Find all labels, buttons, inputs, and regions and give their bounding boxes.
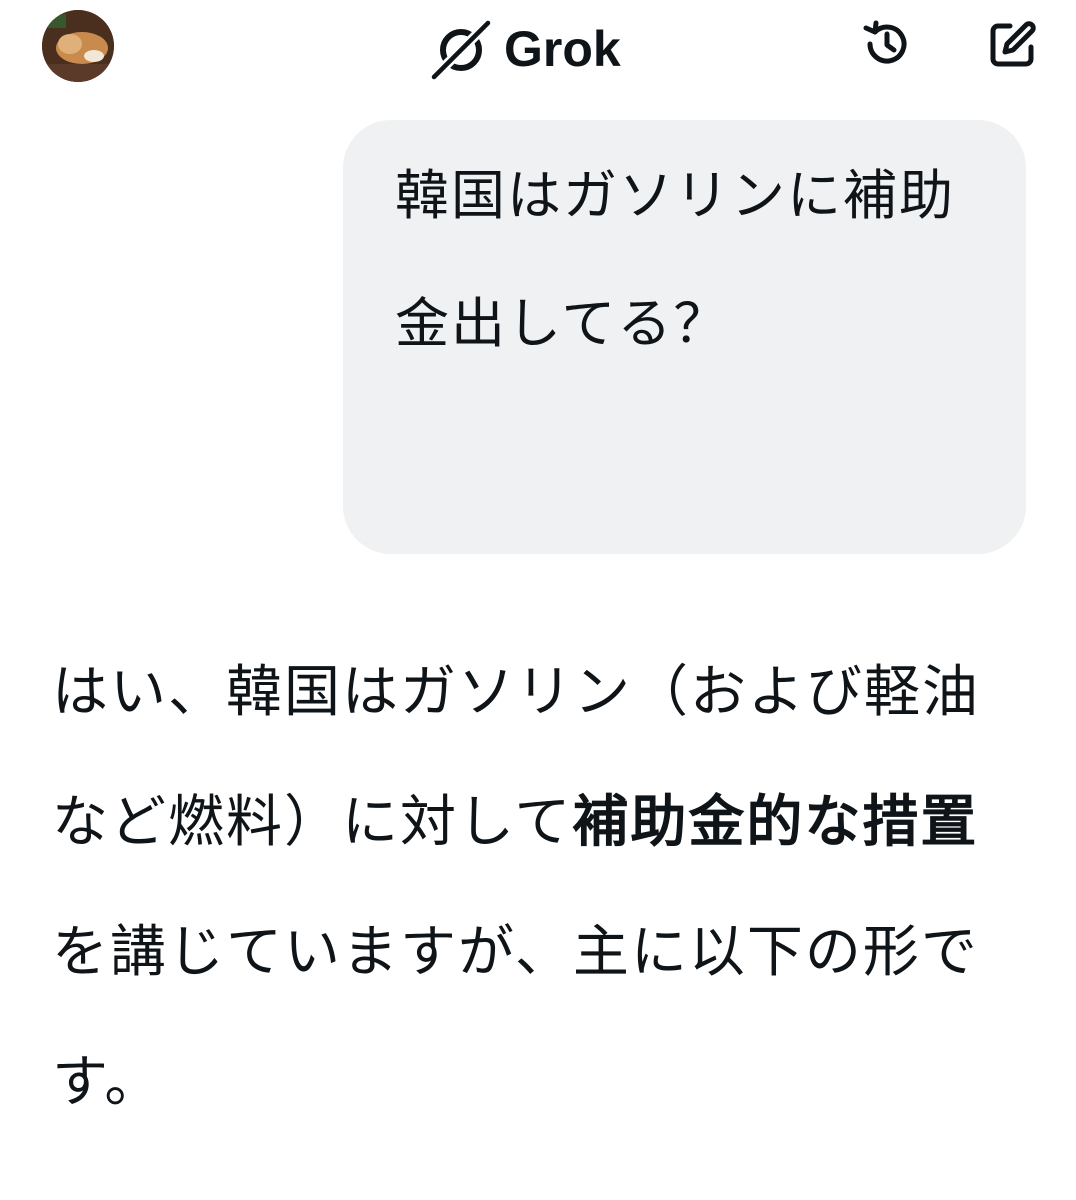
history-icon <box>863 20 907 64</box>
new-chat-icon <box>990 21 1036 67</box>
reply-bold-text: 補助金的な措置 <box>572 790 979 855</box>
avatar-image <box>42 10 114 82</box>
app-header: Grok <box>0 0 1076 100</box>
app-title: Grok <box>504 21 621 77</box>
assistant-reply: はい、韓国はガソリン（および軽油など燃料）に対して補助金的な措置を講じていますが… <box>52 628 1022 1148</box>
new-chat-button[interactable] <box>982 14 1042 74</box>
grok-logo-icon <box>431 19 492 80</box>
reply-text-part2: を講じていますが、主に以下の形です。 <box>52 920 979 1115</box>
user-message-bubble: 韓国はガソリンに補助金出してる？ <box>343 120 1026 554</box>
user-message-text: 韓国はガソリンに補助金出してる？ <box>395 164 955 355</box>
history-button[interactable] <box>856 14 916 74</box>
user-avatar[interactable] <box>42 10 114 82</box>
brand: Grok <box>430 14 621 84</box>
